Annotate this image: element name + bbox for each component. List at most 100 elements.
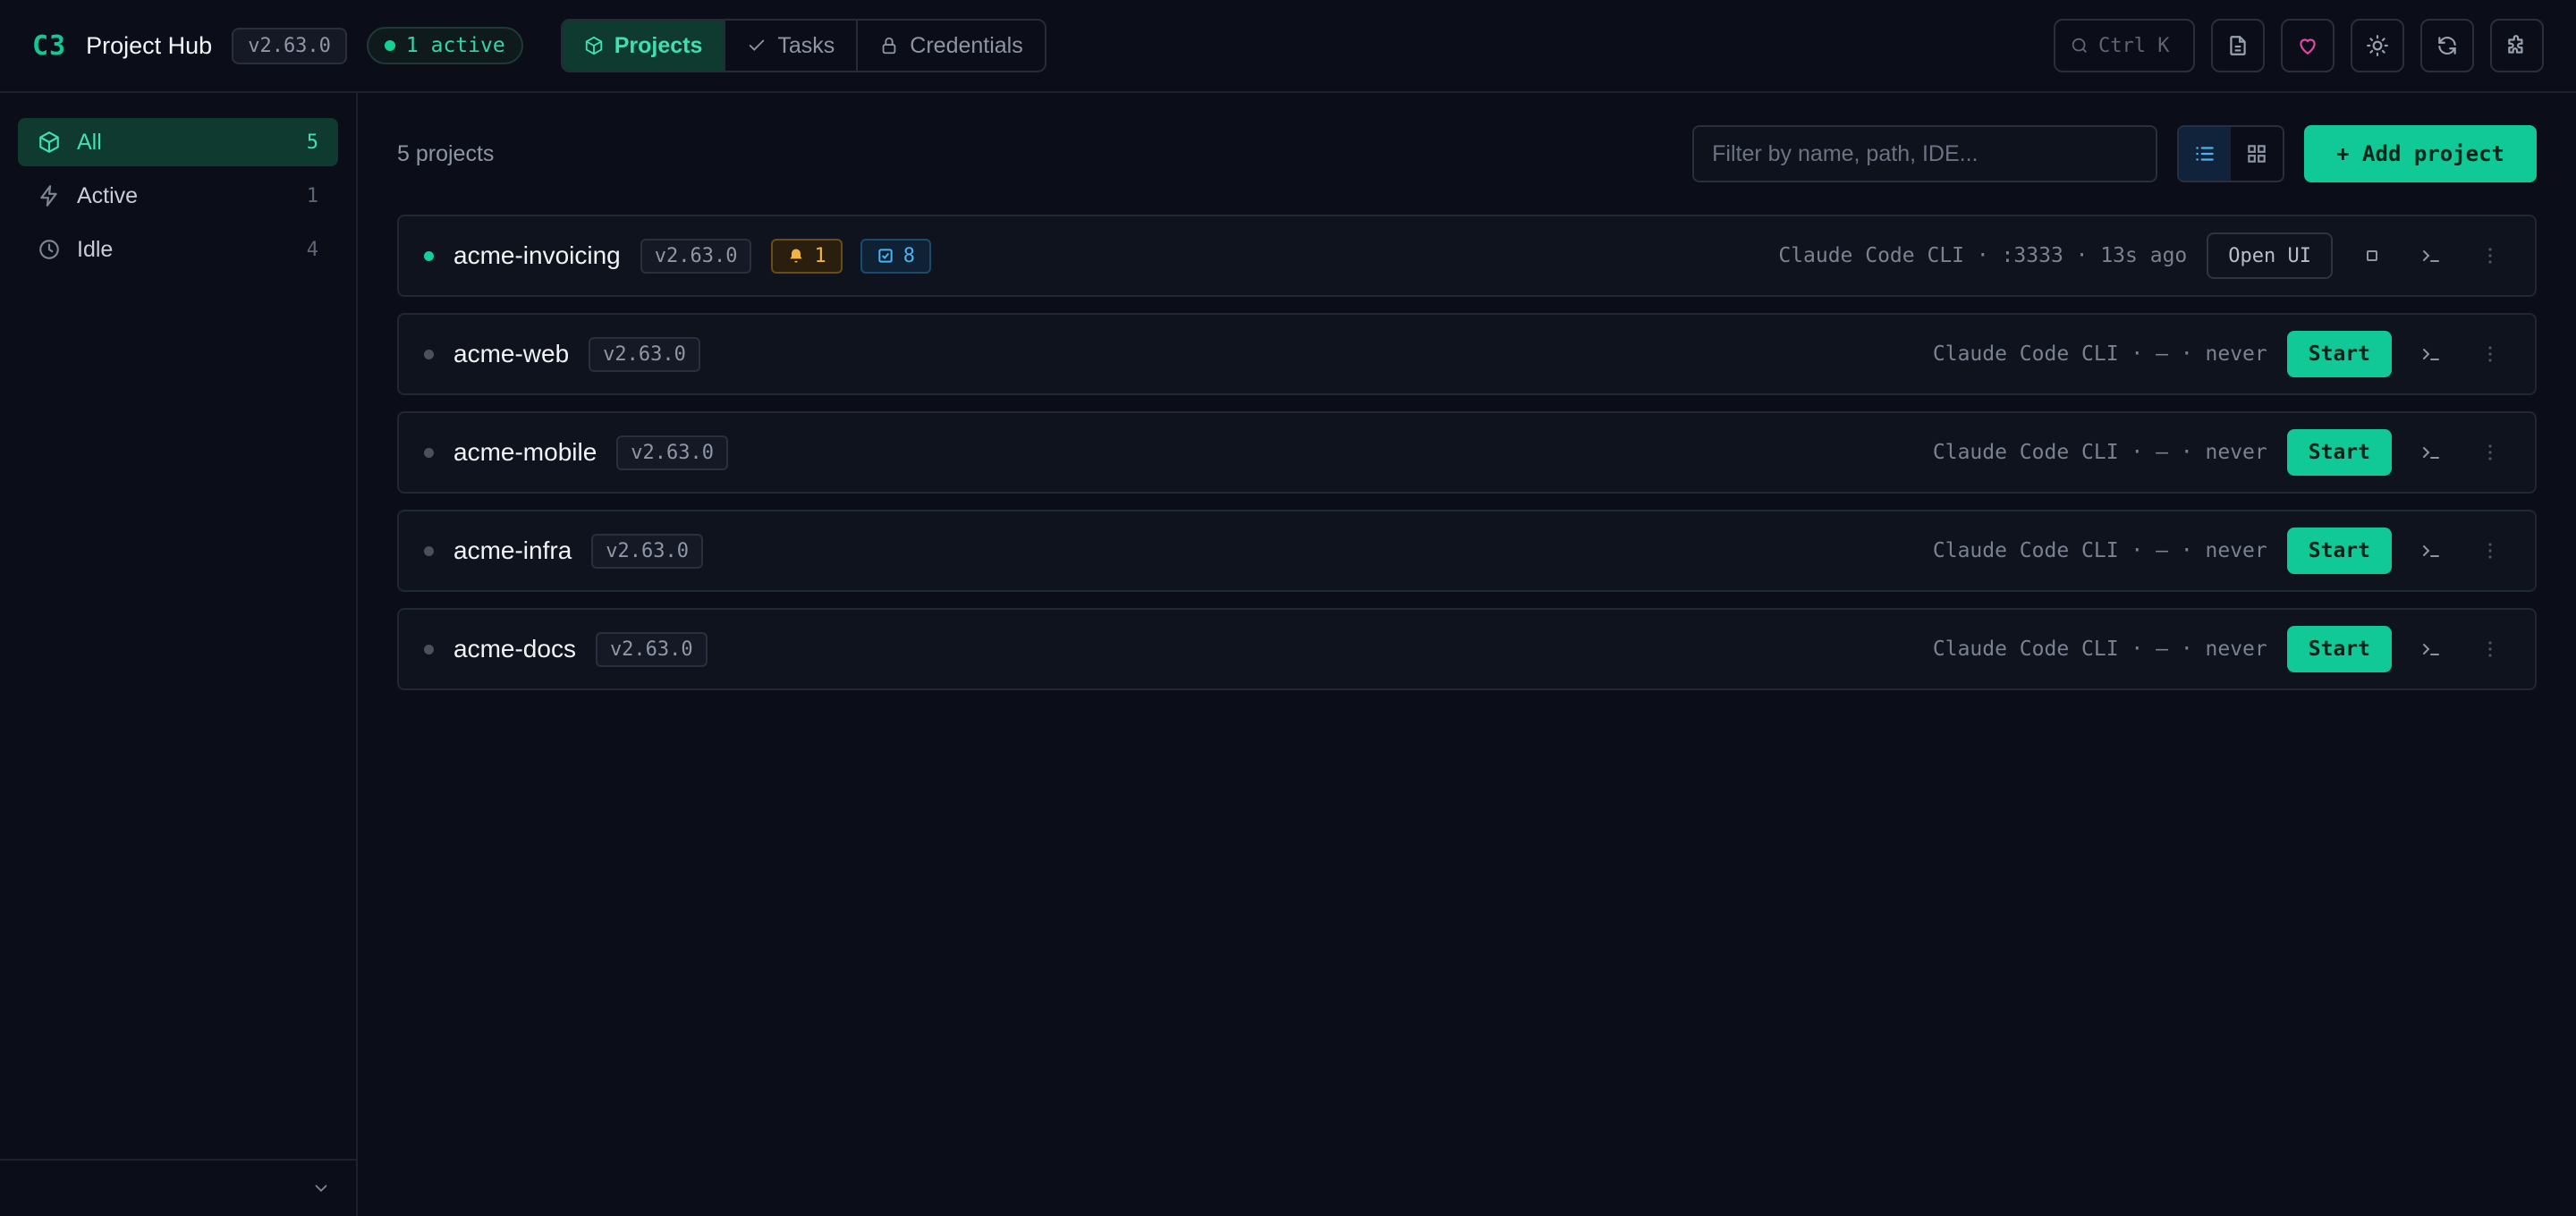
terminal-button[interactable]	[2411, 629, 2451, 669]
terminal-button[interactable]	[2411, 433, 2451, 472]
sidebar-item-active[interactable]: Active 1	[18, 172, 338, 220]
project-count: 5 projects	[397, 140, 495, 166]
more-menu-button[interactable]	[2470, 629, 2510, 669]
document-icon	[2230, 36, 2246, 55]
start-button[interactable]: Start	[2286, 429, 2392, 476]
tab-tasks-label: Tasks	[777, 32, 835, 58]
tab-projects[interactable]: Projects	[562, 21, 726, 71]
project-meta: Claude Code CLI · — · never	[1932, 441, 2267, 464]
tab-tasks[interactable]: Tasks	[725, 21, 859, 71]
view-toggle	[2177, 125, 2285, 182]
plugins-button[interactable]	[2490, 19, 2544, 72]
sidebar-item-count: 5	[306, 131, 318, 154]
project-version: v2.63.0	[589, 336, 700, 372]
start-button[interactable]: Start	[2286, 528, 2392, 574]
more-menu-button[interactable]	[2470, 334, 2510, 374]
project-row-acme-mobile[interactable]: acme-mobile v2.63.0 Claude Code CLI · — …	[397, 411, 2537, 494]
notification-count: 1	[814, 244, 826, 267]
header-actions: Ctrl K	[2054, 19, 2544, 72]
theme-toggle-button[interactable]	[2351, 19, 2404, 72]
terminal-icon	[2423, 644, 2439, 655]
tab-projects-label: Projects	[614, 32, 703, 58]
sidebar-filter-list: All 5 Active 1 Idle 4	[0, 93, 356, 299]
sun-icon	[2367, 35, 2388, 56]
check-icon	[750, 39, 765, 51]
favorite-button[interactable]	[2281, 19, 2334, 72]
task-badge[interactable]: 8	[860, 238, 931, 274]
terminal-icon	[2423, 447, 2439, 459]
main-nav: Projects Tasks Credentials	[560, 19, 1046, 72]
project-version: v2.63.0	[640, 238, 752, 274]
project-row-acme-invoicing[interactable]: acme-invoicing v2.63.0 1 8 Claude Code C…	[397, 215, 2537, 297]
filter-input[interactable]	[1692, 125, 2158, 182]
more-menu-button[interactable]	[2470, 236, 2510, 275]
project-meta: Claude Code CLI · — · never	[1932, 342, 2267, 366]
more-vertical-icon	[2488, 543, 2492, 559]
active-count-label: 1 active	[405, 34, 505, 57]
notification-badge[interactable]: 1	[771, 238, 843, 274]
cube-icon	[39, 131, 59, 153]
stop-button[interactable]	[2352, 236, 2392, 275]
more-menu-button[interactable]	[2470, 433, 2510, 472]
active-count-badge: 1 active	[366, 27, 523, 64]
search-icon	[2072, 38, 2087, 53]
more-vertical-icon	[2488, 248, 2492, 264]
project-toolbar: 5 projects + Add project	[397, 93, 2537, 215]
project-version: v2.63.0	[616, 435, 728, 470]
row-actions: Claude Code CLI · — · never Start	[1933, 331, 2510, 377]
search-shortcut: Ctrl K	[2098, 34, 2170, 57]
project-name: acme-infra	[453, 536, 572, 564]
row-actions: Claude Code CLI · — · never Start	[1933, 626, 2510, 672]
sidebar-item-count: 4	[306, 238, 318, 261]
sidebar-collapse-toggle[interactable]	[0, 1159, 356, 1216]
clock-icon	[39, 240, 59, 259]
app-logo: C3	[32, 30, 67, 62]
top-bar: C3 Project Hub v2.63.0 1 active Projects…	[0, 0, 2576, 93]
chevron-down-icon	[315, 1185, 327, 1193]
project-row-acme-infra[interactable]: acme-infra v2.63.0 Claude Code CLI · — ·…	[397, 510, 2537, 592]
list-view-button[interactable]	[2179, 127, 2232, 181]
sidebar-item-count: 1	[306, 184, 318, 207]
row-actions: Claude Code CLI · :3333 · 13s ago Open U…	[1778, 232, 2510, 279]
task-count: 8	[902, 244, 915, 267]
start-button[interactable]: Start	[2286, 626, 2392, 672]
refresh-button[interactable]	[2420, 19, 2474, 72]
project-row-acme-docs[interactable]: acme-docs v2.63.0 Claude Code CLI · — · …	[397, 608, 2537, 690]
bell-icon	[790, 249, 803, 263]
more-vertical-icon	[2488, 346, 2492, 362]
project-meta: Claude Code CLI · — · never	[1932, 638, 2267, 661]
project-name: acme-mobile	[453, 438, 597, 466]
active-dot-icon	[384, 40, 395, 51]
project-version: v2.63.0	[591, 533, 703, 569]
sidebar-item-idle[interactable]: Idle 4	[18, 225, 338, 274]
terminal-icon	[2423, 250, 2439, 262]
project-name: acme-web	[453, 340, 570, 367]
project-row-acme-web[interactable]: acme-web v2.63.0 Claude Code CLI · — · n…	[397, 313, 2537, 395]
sidebar-item-label: Active	[77, 182, 139, 208]
terminal-icon	[2423, 349, 2439, 360]
project-version: v2.63.0	[595, 631, 708, 667]
stop-icon	[2367, 250, 2377, 261]
docs-button[interactable]	[2211, 19, 2265, 72]
start-button[interactable]: Start	[2286, 331, 2392, 377]
cube-icon	[585, 36, 602, 55]
version-badge: v2.63.0	[232, 27, 347, 64]
command-search-button[interactable]: Ctrl K	[2054, 19, 2195, 72]
terminal-button[interactable]	[2411, 334, 2451, 374]
grid-icon	[2248, 145, 2266, 163]
sidebar-item-all[interactable]: All 5	[18, 118, 338, 166]
grid-view-button[interactable]	[2231, 127, 2283, 181]
sidebar-item-label: All	[77, 129, 102, 155]
tab-credentials[interactable]: Credentials	[858, 21, 1044, 71]
add-project-button[interactable]: + Add project	[2304, 125, 2537, 182]
app-title: Project Hub	[86, 31, 213, 59]
list-icon	[2196, 147, 2214, 161]
terminal-button[interactable]	[2411, 236, 2451, 275]
main-content: 5 projects + Add project acme-invoicing …	[397, 93, 2537, 690]
project-meta: Claude Code CLI · :3333 · 13s ago	[1778, 244, 2188, 267]
puzzle-icon	[2508, 35, 2523, 54]
status-idle-icon	[424, 545, 434, 556]
more-menu-button[interactable]	[2470, 531, 2510, 570]
open-ui-button[interactable]: Open UI	[2207, 232, 2333, 279]
terminal-button[interactable]	[2411, 531, 2451, 570]
